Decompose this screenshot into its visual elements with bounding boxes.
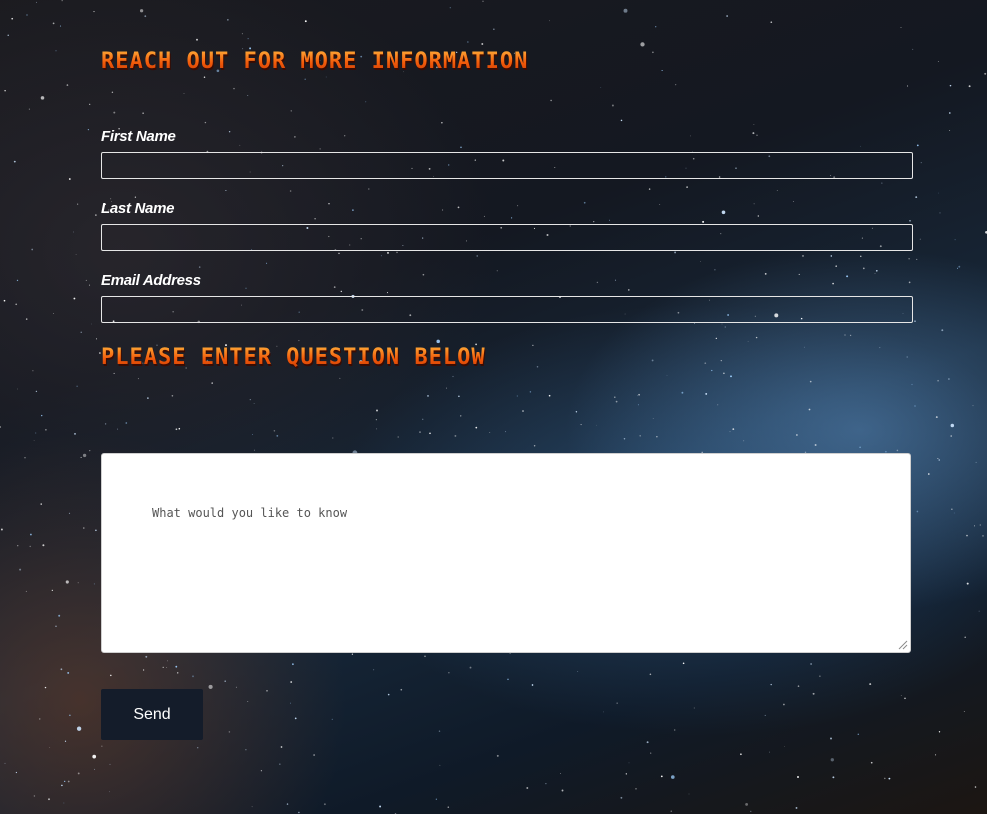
form-title: Reach Out For More Information — [101, 49, 529, 74]
resize-handle-icon[interactable] — [897, 639, 908, 650]
question-textarea[interactable]: What would you like to know — [101, 453, 911, 653]
email-address-label: Email Address — [101, 272, 201, 289]
last-name-input[interactable] — [101, 224, 913, 251]
first-name-input[interactable] — [101, 152, 913, 179]
send-button[interactable]: Send — [101, 689, 203, 740]
first-name-label: First Name — [101, 128, 176, 145]
question-placeholder: What would you like to know — [152, 506, 348, 520]
email-address-input[interactable] — [101, 296, 913, 323]
question-heading: Please Enter Question Below — [101, 345, 486, 370]
last-name-label: Last Name — [101, 200, 175, 217]
